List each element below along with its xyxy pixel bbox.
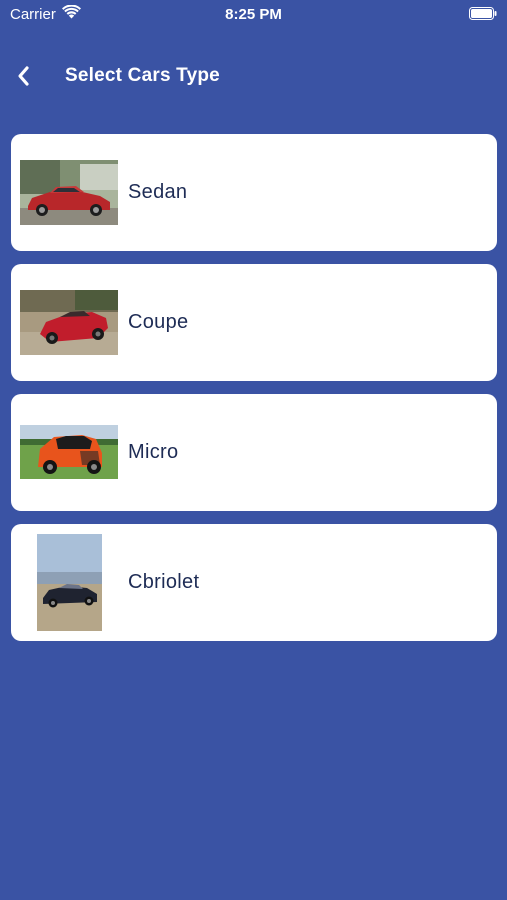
cbriolet-image <box>37 534 102 631</box>
car-type-label: Coupe <box>128 311 189 333</box>
micro-image <box>20 425 118 479</box>
sedan-image <box>20 160 118 225</box>
car-type-label: Micro <box>128 441 179 463</box>
back-button[interactable] <box>10 62 36 90</box>
car-type-item-coupe[interactable]: Coupe <box>11 264 497 381</box>
car-type-item-cbriolet[interactable]: Cbriolet <box>11 524 497 641</box>
battery-icon <box>469 7 497 20</box>
status-time: 8:25 PM <box>225 6 282 23</box>
page-title: Select Cars Type <box>65 65 220 86</box>
car-type-list: Sedan Coupe Micro Cbriolet <box>11 134 497 654</box>
car-type-label: Sedan <box>128 181 188 203</box>
status-bar: Carrier 8:25 PM <box>0 0 507 28</box>
chevron-left-icon <box>18 66 29 86</box>
car-type-item-sedan[interactable]: Sedan <box>11 134 497 251</box>
car-type-item-micro[interactable]: Micro <box>11 394 497 511</box>
coupe-image <box>20 290 118 355</box>
nav-bar: Select Cars Type <box>0 56 507 96</box>
car-type-label: Cbriolet <box>128 571 200 593</box>
